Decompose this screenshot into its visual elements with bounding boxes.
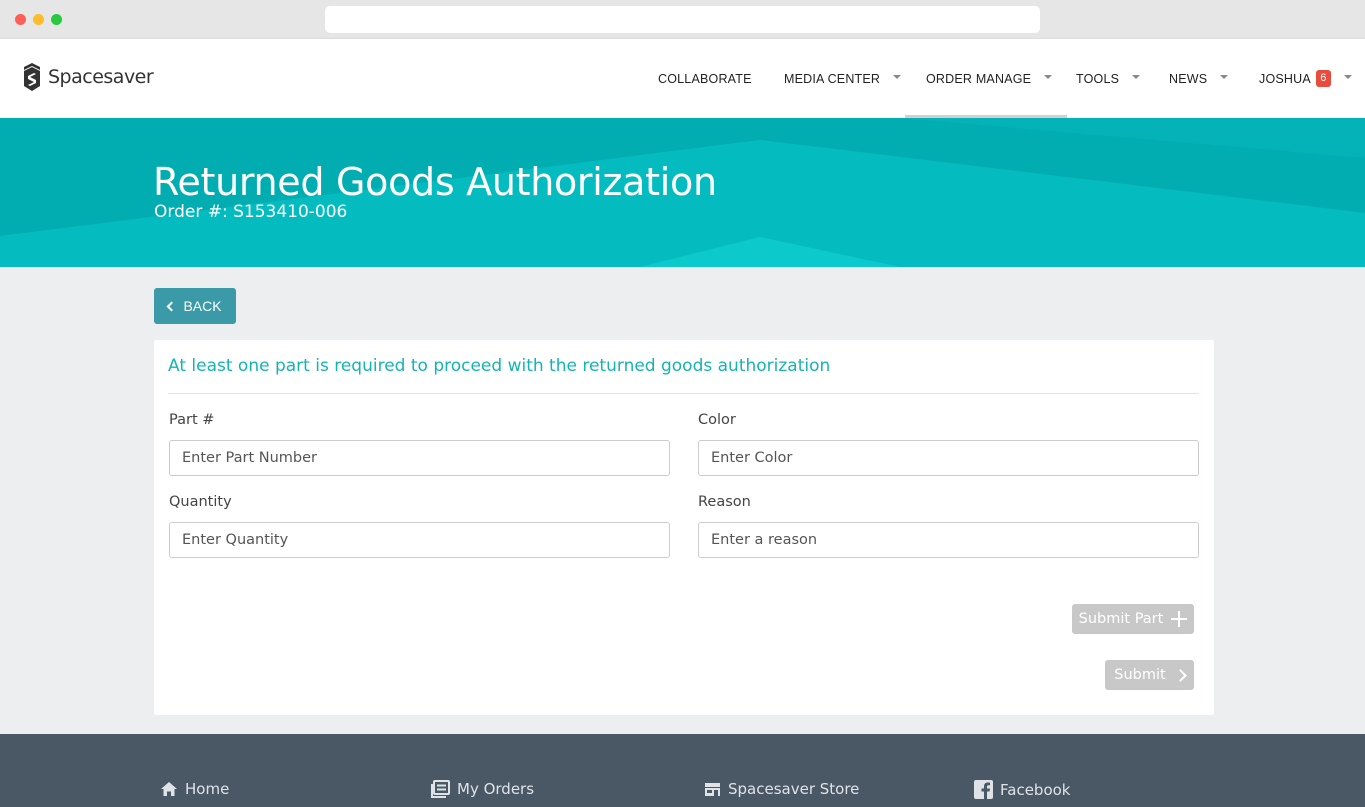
part-number-label: Part # [169, 412, 215, 428]
user-name-label: JOSHUA [1259, 71, 1311, 86]
chevron-right-icon [1173, 668, 1187, 682]
nav-order-manage-label: ORDER MANAGE [926, 71, 1032, 86]
submit-part-button[interactable]: Submit Part [1072, 604, 1194, 634]
close-window-button[interactable] [15, 14, 26, 25]
chevron-down-icon [893, 74, 902, 79]
chevron-down-icon [1044, 74, 1053, 79]
nav-tools-label: TOOLS [1076, 71, 1120, 86]
quantity-label: Quantity [169, 494, 232, 510]
chevron-down-icon [1343, 74, 1352, 79]
footer-link-store[interactable]: Spacesaver Store [704, 780, 859, 798]
color-label: Color [698, 412, 736, 428]
back-button-label: BACK [183, 298, 222, 314]
store-icon [705, 782, 720, 796]
footer-link-my-orders[interactable]: My Orders [431, 780, 534, 798]
orders-icon [431, 780, 450, 798]
back-button[interactable]: BACK [154, 288, 236, 324]
maximize-window-button[interactable] [51, 14, 62, 25]
plus-icon [1171, 611, 1188, 627]
chevron-down-icon [1220, 74, 1229, 79]
footer-link-home-label: Home [185, 780, 230, 798]
footer: Home My Orders Spacesaver Store Facebook [0, 734, 1365, 807]
footer-link-facebook[interactable]: Facebook [974, 780, 1070, 799]
nav-news[interactable]: NEWS [1169, 39, 1229, 118]
nav-news-label: NEWS [1169, 71, 1208, 86]
chevron-left-icon [166, 301, 177, 311]
submit-label: Submit [1114, 667, 1166, 683]
rga-form-card: At least one part is required to proceed… [154, 340, 1214, 715]
page-title: Returned Goods Authorization [153, 160, 717, 204]
nav-tools[interactable]: TOOLS [1076, 39, 1141, 118]
order-number: Order #: S153410-006 [154, 202, 348, 222]
quantity-input[interactable] [169, 522, 670, 558]
page-header-banner: Returned Goods Authorization Order #: S1… [0, 118, 1365, 267]
spacesaver-logo-icon [24, 63, 40, 91]
part-number-input[interactable] [169, 440, 670, 476]
nav-media-center-label: MEDIA CENTER [784, 71, 881, 86]
footer-link-my-orders-label: My Orders [457, 780, 535, 798]
nav-user-menu[interactable]: JOSHUA 6 [1259, 39, 1352, 118]
divider [168, 393, 1199, 394]
address-bar[interactable] [325, 6, 1040, 33]
submit-button[interactable]: Submit [1105, 660, 1194, 690]
footer-link-home[interactable]: Home [160, 780, 229, 798]
chevron-down-icon [1132, 74, 1141, 79]
notification-badge: 6 [1315, 70, 1331, 87]
brand-logo[interactable]: Spacesaver [22, 61, 154, 93]
top-navigation: Spacesaver COLLABORATE MEDIA CENTER ORDE… [0, 39, 1365, 118]
facebook-icon [974, 780, 993, 799]
footer-link-store-label: Spacesaver Store [728, 780, 860, 798]
reason-label: Reason [698, 494, 751, 510]
home-icon [161, 782, 177, 796]
color-input[interactable] [698, 440, 1199, 476]
submit-part-label: Submit Part [1078, 611, 1164, 627]
requirement-notice: At least one part is required to proceed… [168, 356, 831, 376]
nav-collaborate-label: COLLABORATE [658, 71, 752, 86]
nav-order-manage[interactable]: ORDER MANAGE [904, 39, 1068, 118]
brand-name: Spacesaver [48, 66, 154, 88]
minimize-window-button[interactable] [33, 14, 44, 25]
footer-link-facebook-label: Facebook [1000, 780, 1071, 799]
nav-media-center[interactable]: MEDIA CENTER [784, 39, 902, 118]
reason-input[interactable] [698, 522, 1199, 558]
window-chrome [0, 0, 1365, 39]
nav-collaborate[interactable]: COLLABORATE [658, 39, 752, 118]
